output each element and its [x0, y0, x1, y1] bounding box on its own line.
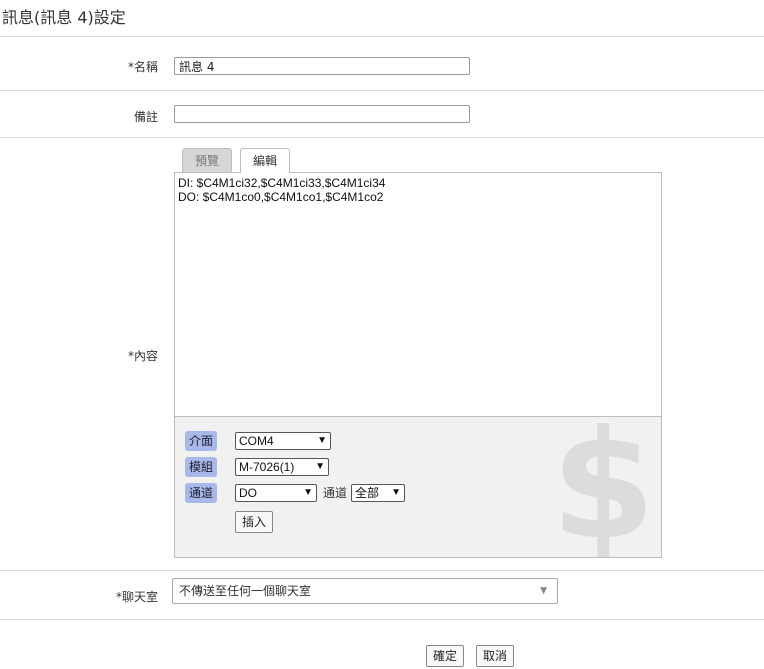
note-row: 備註 — [0, 91, 764, 137]
chevron-down-icon: ▼ — [391, 487, 401, 498]
message-textarea[interactable]: DI: $C4M1ci32,$C4M1ci33,$C4M1ci34 DO: $C… — [175, 173, 661, 417]
tab-edit[interactable]: 編輯 — [240, 148, 290, 173]
chatroom-label: *聊天室 — [115, 590, 158, 604]
insert-button[interactable]: 插入 — [235, 511, 274, 533]
channel-type-value: DO — [239, 486, 257, 500]
module-value: M-7026(1) — [239, 460, 295, 474]
channel-number-value: 全部 — [355, 486, 380, 500]
content-row: *內容 預覽 編輯 DI: $C4M1ci32,$C4M1ci33,$C4M1c… — [0, 138, 764, 570]
channel-type-select[interactable]: DO ▼ — [235, 484, 317, 502]
cancel-button[interactable]: 取消 — [476, 645, 515, 667]
interface-value: COM4 — [239, 434, 274, 448]
channel-sub-label: 通道 — [323, 486, 348, 500]
interface-select[interactable]: COM4 ▼ — [235, 432, 331, 450]
channel-label: 通道 — [185, 483, 218, 503]
divider — [0, 619, 764, 620]
chatroom-row: *聊天室 不傳送至任何一個聊天室 ▼ — [0, 571, 764, 619]
editor-frame: DI: $C4M1ci32,$C4M1ci33,$C4M1ci34 DO: $C… — [174, 172, 662, 558]
content-label: *內容 — [127, 349, 158, 363]
name-input[interactable]: 訊息 4 — [174, 57, 470, 75]
channel-number-select[interactable]: 全部 ▼ — [351, 484, 405, 502]
dollar-watermark-icon: $ — [551, 417, 656, 557]
content-editor: 預覽 編輯 DI: $C4M1ci32,$C4M1ci33,$C4M1ci34 … — [160, 148, 680, 560]
interface-label: 介面 — [185, 431, 218, 451]
note-input[interactable] — [174, 105, 470, 123]
ok-button[interactable]: 確定 — [426, 645, 465, 667]
module-select[interactable]: M-7026(1) ▼ — [235, 458, 329, 476]
tab-preview[interactable]: 預覽 — [182, 148, 232, 172]
module-label: 模組 — [185, 457, 218, 477]
chevron-down-icon: ▼ — [317, 435, 327, 446]
chevron-down-icon: ▼ — [315, 461, 325, 472]
name-label: *名稱 — [127, 60, 158, 74]
chatroom-value: 不傳送至任何一個聊天室 — [179, 584, 312, 598]
chevron-down-icon: ▼ — [303, 487, 313, 498]
page-title: 訊息(訊息 4)設定 — [2, 8, 126, 27]
insert-panel: $ 介面 COM4 ▼ 模組 M-7026(1) ▼ 通道 DO ▼ 通道 全部… — [175, 417, 661, 557]
note-label: 備註 — [133, 110, 158, 124]
name-row: *名稱 訊息 4 — [0, 37, 764, 90]
chatroom-select[interactable]: 不傳送至任何一個聊天室 ▼ — [172, 578, 558, 604]
chevron-down-icon: ▼ — [540, 586, 547, 596]
